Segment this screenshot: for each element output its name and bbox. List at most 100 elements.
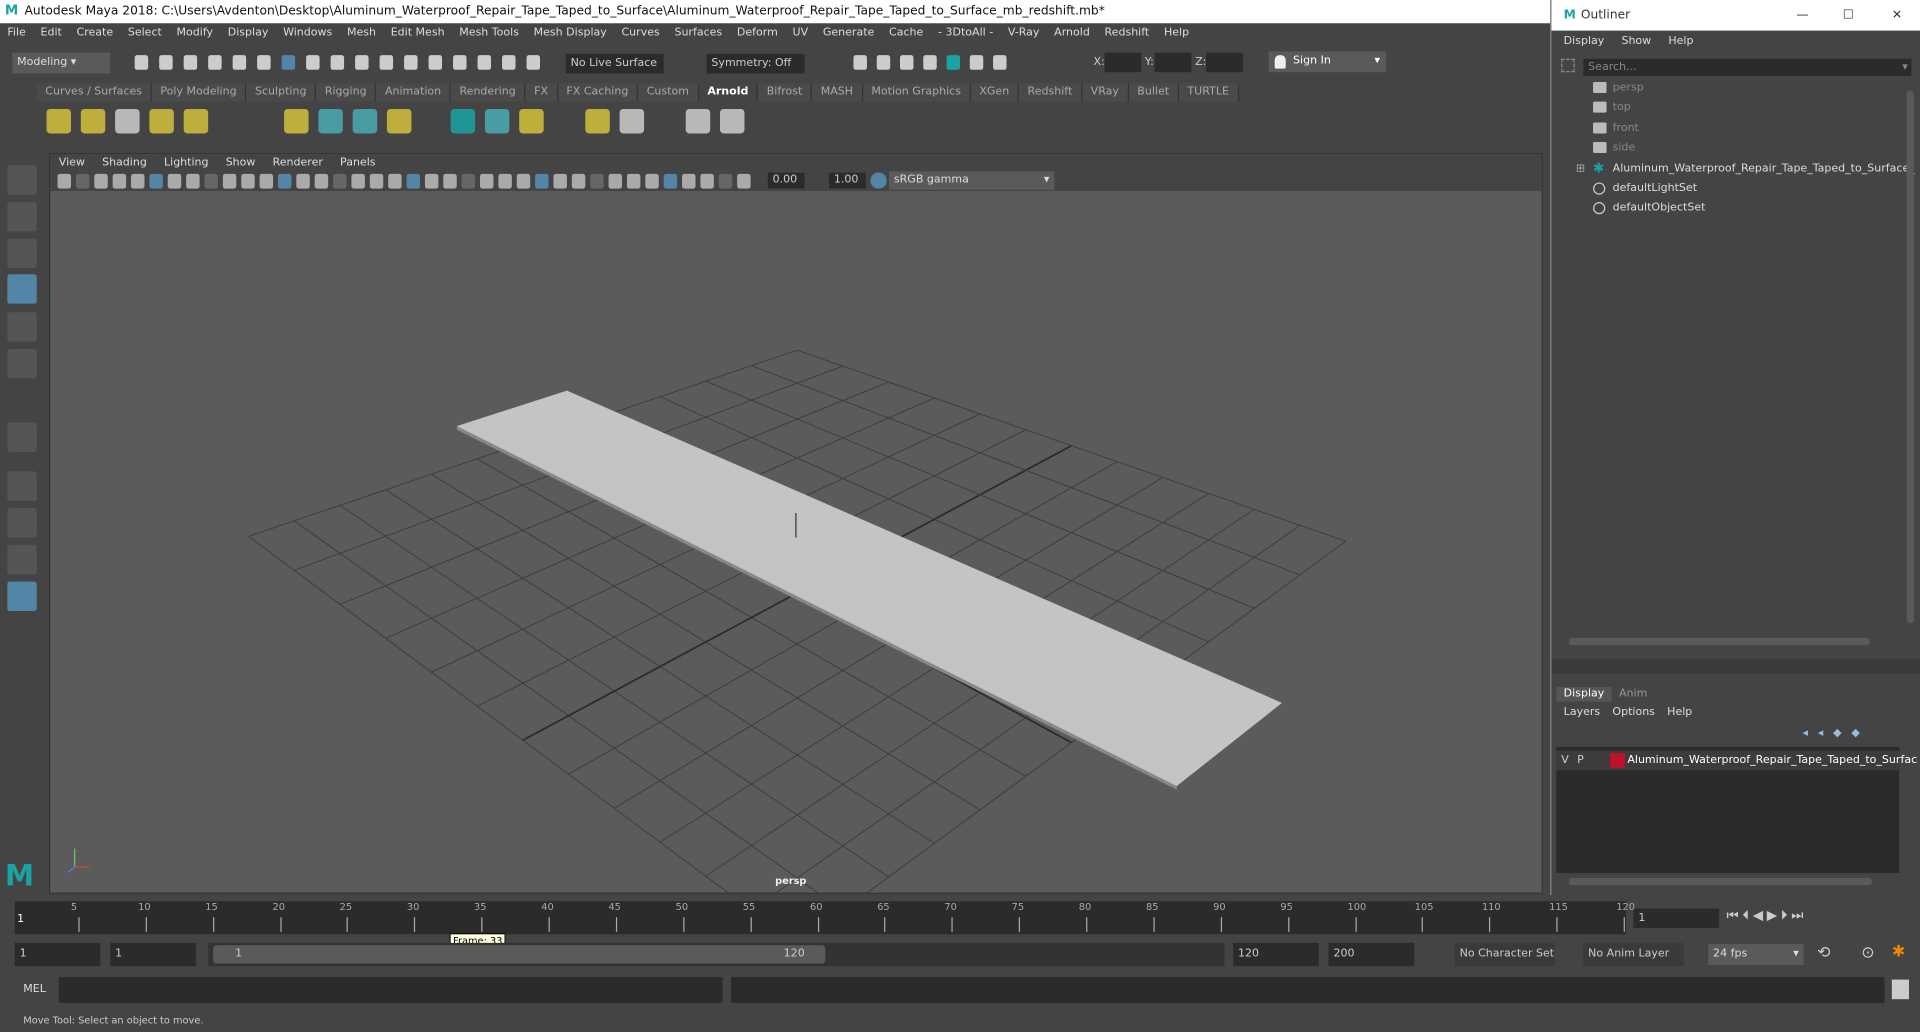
toolbar-icon-7[interactable] bbox=[281, 55, 296, 70]
four-view-layout-icon[interactable] bbox=[7, 508, 37, 538]
anim-end-field[interactable]: 200 bbox=[1328, 942, 1415, 967]
toolbar-icon-14[interactable] bbox=[453, 55, 467, 70]
toolbar-icon-16[interactable] bbox=[502, 55, 516, 70]
outliner-menu-display[interactable]: Display bbox=[1564, 36, 1605, 48]
show-manipulator-icon[interactable] bbox=[7, 422, 37, 452]
arnold-shelf-icon-13[interactable] bbox=[585, 108, 610, 134]
shelf-tab-poly-modeling[interactable]: Poly Modeling bbox=[151, 83, 247, 102]
arnold-shelf-icon-9[interactable] bbox=[386, 108, 412, 134]
layer-tab-anim[interactable]: Anim bbox=[1612, 687, 1655, 702]
scene-view[interactable] bbox=[50, 191, 1541, 894]
shelf-tab-curves-surfaces[interactable]: Curves / Surfaces bbox=[36, 83, 152, 102]
symmetry-field[interactable]: Symmetry: Off bbox=[706, 53, 805, 74]
shelf-tab-sculpting[interactable]: Sculpting bbox=[246, 83, 317, 102]
viewport-persp[interactable]: View Shading Lighting Show Renderer Panels 0.… bbox=[48, 153, 1543, 894]
expand-icon[interactable]: ⊞ bbox=[1576, 159, 1585, 179]
panel-icon-2[interactable] bbox=[75, 173, 90, 189]
toolbar-icon-10[interactable] bbox=[355, 55, 369, 70]
live-surface-field[interactable]: No Live Surface bbox=[565, 53, 664, 74]
close-button[interactable]: ✕ bbox=[1892, 0, 1902, 31]
render-icon-3[interactable] bbox=[900, 55, 914, 70]
panel-icon-10[interactable] bbox=[222, 173, 237, 189]
paint-select-tool-icon[interactable] bbox=[7, 238, 37, 269]
outliner-menu-help[interactable]: Help bbox=[1668, 36, 1693, 48]
panel-menu-lighting[interactable]: Lighting bbox=[155, 154, 217, 171]
toolbar-icon-2[interactable] bbox=[159, 55, 173, 70]
two-view-layout-icon[interactable] bbox=[7, 544, 37, 575]
toolbar-icon-9[interactable] bbox=[330, 55, 345, 70]
range-slider-handle[interactable]: 1 120 bbox=[213, 945, 826, 964]
panel-icon-29[interactable] bbox=[571, 173, 586, 189]
arnold-shelf-icon-11[interactable] bbox=[484, 108, 510, 134]
menu-help[interactable]: Help bbox=[1157, 23, 1197, 43]
arnold-shelf-icon-8[interactable] bbox=[352, 108, 378, 134]
panel-icon-22[interactable] bbox=[443, 173, 457, 189]
command-input[interactable] bbox=[58, 977, 723, 1003]
arnold-shelf-icon-5[interactable] bbox=[183, 108, 209, 134]
menu-select[interactable]: Select bbox=[120, 23, 169, 43]
menu-cache[interactable]: Cache bbox=[882, 23, 931, 43]
panel-icon-19[interactable] bbox=[388, 173, 402, 189]
minimize-button[interactable]: — bbox=[1796, 0, 1808, 31]
shelf-tab-bullet[interactable]: Bullet bbox=[1128, 83, 1179, 102]
arnold-shelf-icon-15[interactable] bbox=[685, 108, 711, 134]
panel-icon-30[interactable] bbox=[590, 173, 604, 189]
render-icon-5[interactable] bbox=[946, 55, 961, 70]
panel-icon-26[interactable] bbox=[516, 173, 531, 189]
z-field[interactable] bbox=[1206, 52, 1243, 73]
outliner-item[interactable]: persp bbox=[1556, 78, 1899, 98]
panel-icon-23[interactable] bbox=[461, 173, 476, 189]
sign-in-button[interactable]: Sign In ▾ bbox=[1268, 51, 1387, 73]
panel-icon-13[interactable] bbox=[277, 173, 292, 189]
single-perspective-layout-icon[interactable] bbox=[7, 471, 37, 501]
render-icon-6[interactable] bbox=[969, 55, 984, 70]
shelf-tab-fx[interactable]: FX bbox=[525, 83, 558, 102]
shelf-tab-fx-caching[interactable]: FX Caching bbox=[557, 83, 639, 102]
panel-icon-28[interactable] bbox=[553, 173, 567, 189]
panel-icon-33[interactable] bbox=[645, 173, 659, 189]
scale-tool-icon[interactable] bbox=[7, 348, 37, 379]
shelf-tab-turtle[interactable]: TURTLE bbox=[1178, 83, 1239, 102]
panel-icon-7[interactable] bbox=[167, 173, 182, 189]
menu-edit[interactable]: Edit bbox=[33, 23, 69, 43]
panel-icon-21[interactable] bbox=[424, 173, 439, 189]
outliner-item[interactable]: top bbox=[1556, 98, 1899, 118]
outliner-layout-icon[interactable] bbox=[7, 581, 37, 612]
shelf-tab-xgen[interactable]: XGen bbox=[970, 83, 1019, 102]
character-set-dropdown[interactable]: No Character Set bbox=[1454, 942, 1556, 967]
arnold-shelf-icon-16[interactable] bbox=[720, 108, 745, 134]
toolbar-icon-12[interactable] bbox=[404, 55, 418, 70]
panel-icon-8[interactable] bbox=[186, 173, 200, 189]
color-space-dropdown[interactable]: sRGB gamma ▾ bbox=[888, 171, 1055, 190]
panel-icon-5[interactable] bbox=[131, 173, 145, 189]
outliner-item[interactable]: defaultLightSet bbox=[1556, 179, 1899, 199]
arnold-shelf-icon-14[interactable] bbox=[619, 108, 645, 134]
outliner-search-input[interactable]: Search... ▾ bbox=[1583, 58, 1912, 76]
y-field[interactable] bbox=[1154, 52, 1192, 73]
panel-icon-27[interactable] bbox=[535, 173, 549, 189]
panel-icon-24[interactable] bbox=[480, 173, 494, 189]
shelf-tab-rigging[interactable]: Rigging bbox=[316, 83, 377, 102]
arnold-shelf-icon-12[interactable] bbox=[519, 108, 544, 134]
rotate-tool-icon[interactable] bbox=[7, 312, 37, 342]
menu-surfaces[interactable]: Surfaces bbox=[667, 23, 729, 43]
shelf-tab-rendering[interactable]: Rendering bbox=[450, 83, 526, 102]
layer-action-icons[interactable]: ◂◂◆◆ bbox=[1802, 727, 1869, 739]
panel-icon-25[interactable] bbox=[498, 173, 512, 189]
layer-hscrollbar[interactable] bbox=[1568, 877, 1873, 886]
exposure-field[interactable]: 0.00 bbox=[767, 172, 805, 189]
layer-menu-layers[interactable]: Layers bbox=[1564, 707, 1600, 719]
panel-icon-35[interactable] bbox=[682, 173, 696, 189]
panel-icon-12[interactable] bbox=[259, 173, 274, 189]
render-icon-1[interactable] bbox=[853, 55, 867, 70]
filter-icon[interactable] bbox=[1561, 58, 1575, 73]
render-icon-4[interactable] bbox=[923, 55, 937, 70]
panel-menu-renderer[interactable]: Renderer bbox=[264, 154, 331, 171]
shelf-tab-motion-graphics[interactable]: Motion Graphics bbox=[862, 83, 971, 102]
panel-icon-20[interactable] bbox=[406, 173, 421, 189]
maximize-button[interactable]: ☐ bbox=[1843, 0, 1854, 31]
panel-menu-view[interactable]: View bbox=[50, 154, 93, 171]
layer-playback-toggle[interactable]: P bbox=[1577, 751, 1584, 771]
playback-start-field[interactable]: 1 bbox=[110, 942, 196, 967]
menu-windows[interactable]: Windows bbox=[276, 23, 340, 43]
